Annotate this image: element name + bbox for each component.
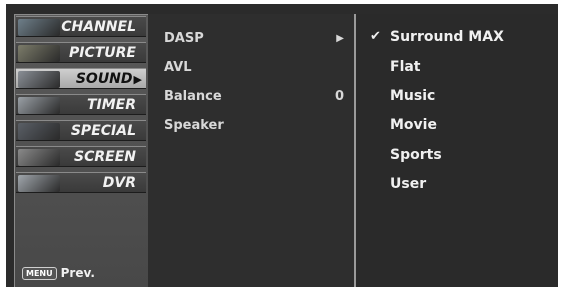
- menu-item-picture[interactable]: PICTURE: [16, 42, 146, 63]
- submenu-item-label: DASP: [164, 31, 204, 46]
- menu-item-label: SCREEN: [74, 149, 136, 165]
- submenu-item-label: AVL: [164, 60, 192, 75]
- sound-icon: [18, 71, 60, 88]
- right-arrow-icon: ▶: [336, 33, 344, 44]
- picture-icon: [18, 45, 60, 62]
- dasp-option-surround-max[interactable]: Surround MAX: [390, 26, 550, 48]
- right-arrow-icon: ▶: [133, 73, 142, 86]
- menu-item-label: TIMER: [86, 97, 136, 113]
- menu-item-label: SPECIAL: [70, 123, 136, 139]
- menu-item-label: PICTURE: [68, 45, 136, 61]
- menu-item-sound[interactable]: SOUND▶: [16, 68, 146, 89]
- dasp-option-music[interactable]: Music: [390, 85, 550, 107]
- dasp-option-movie[interactable]: Movie: [390, 114, 550, 136]
- channel-icon: [18, 19, 60, 36]
- dvr-icon: [18, 175, 60, 192]
- prev-hint[interactable]: MENU Prev.: [22, 265, 95, 281]
- submenu-item-balance[interactable]: Balance 0: [164, 87, 344, 107]
- submenu-item-avl[interactable]: AVL: [164, 58, 344, 78]
- dasp-option-user[interactable]: User: [390, 173, 550, 195]
- menu-button-icon: MENU: [22, 267, 57, 280]
- submenu-item-dasp[interactable]: DASP ▶: [164, 29, 344, 49]
- menu-item-screen[interactable]: SCREEN: [16, 146, 146, 167]
- sound-submenu: DASP ▶ AVL Balance 0 Speaker: [148, 14, 356, 287]
- submenu-item-speaker[interactable]: Speaker: [164, 116, 344, 136]
- special-icon: [18, 123, 60, 140]
- dasp-options: ✔ Surround MAX Flat Music Movie Sports U…: [356, 14, 558, 287]
- dasp-option-sports[interactable]: Sports: [390, 144, 550, 166]
- prev-label: Prev.: [60, 266, 95, 280]
- menu-item-label: SOUND: [75, 71, 133, 87]
- balance-value: 0: [334, 89, 344, 104]
- screen-icon: [18, 149, 60, 166]
- menu-item-label: DVR: [102, 175, 136, 191]
- dasp-option-flat[interactable]: Flat: [390, 56, 550, 78]
- menu-item-dvr[interactable]: DVR: [16, 172, 146, 193]
- tv-osd-menu: CHANNEL PICTURE SOUND▶ TIMER SPECIAL SCR…: [6, 4, 558, 287]
- submenu-item-label: Speaker: [164, 118, 224, 133]
- menu-item-special[interactable]: SPECIAL: [16, 120, 146, 141]
- timer-icon: [18, 97, 60, 114]
- submenu-item-label: Balance: [164, 89, 222, 104]
- menu-item-label: CHANNEL: [61, 19, 136, 35]
- check-icon: ✔: [370, 29, 381, 44]
- main-menu: CHANNEL PICTURE SOUND▶ TIMER SPECIAL SCR…: [14, 14, 150, 287]
- menu-item-timer[interactable]: TIMER: [16, 94, 146, 115]
- menu-item-channel[interactable]: CHANNEL: [16, 16, 146, 37]
